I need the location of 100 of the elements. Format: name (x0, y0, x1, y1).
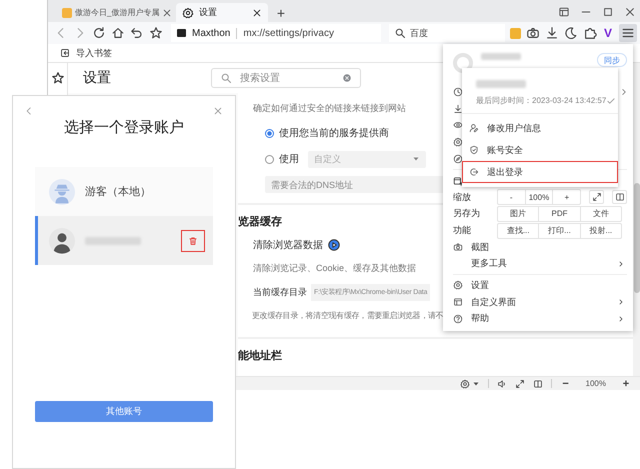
radio-button[interactable] (265, 154, 274, 164)
play-icon[interactable] (328, 239, 340, 251)
caret-icon[interactable] (472, 380, 480, 388)
section-heading: 览器缓存 (238, 214, 282, 230)
clock-icon[interactable] (453, 86, 463, 97)
redaction-blur (476, 80, 526, 88)
extension-button[interactable]: V (602, 26, 614, 40)
radio-label: 使用 (279, 153, 299, 166)
menu-action-button[interactable]: 文件 (580, 206, 621, 221)
menu-action-button[interactable]: 查找... (498, 224, 540, 238)
zoom-level: 100% (586, 379, 606, 388)
fullscreen-icon (592, 192, 602, 202)
gear-icon[interactable] (453, 137, 463, 148)
section-heading: 能地址栏 (238, 348, 282, 364)
user-edit-icon (469, 123, 479, 133)
caret-icon (412, 155, 420, 163)
layout-icon[interactable] (558, 6, 570, 18)
moon-icon[interactable] (564, 26, 578, 40)
logout-icon (469, 167, 479, 177)
menu-label: 缩放 (453, 190, 472, 204)
undo-icon[interactable] (130, 26, 144, 40)
menu-icon (621, 26, 635, 40)
shield-icon (469, 145, 479, 155)
dialog-title: 选择一个登录账户 (63, 118, 185, 137)
bookmark-item[interactable]: 导入书签 (60, 46, 112, 60)
eye-icon[interactable] (453, 120, 463, 130)
close-icon[interactable] (252, 8, 262, 18)
close-icon[interactable] (162, 8, 172, 18)
fullscreen-icon[interactable] (514, 378, 525, 388)
fullscreen-button[interactable] (589, 190, 604, 204)
radio-label: 使用您当前的服务提供商 (279, 126, 389, 140)
menu-item[interactable]: 自定义界面 (453, 294, 627, 310)
zoom-out-button[interactable]: - (498, 190, 526, 204)
star-icon[interactable] (149, 26, 163, 40)
setting-description: 更改缓存目录，将清空现有缓存，需要重启浏览器，请不 (252, 310, 444, 322)
menu-action-button[interactable]: 打印... (539, 224, 581, 238)
menu-button[interactable] (619, 24, 637, 42)
user-avatar-icon (49, 228, 75, 254)
clear-data-link[interactable]: 清除浏览器数据 (253, 238, 323, 252)
settings-icon (453, 280, 463, 290)
web-search-field[interactable]: 百度 (389, 24, 505, 42)
settings-search-field[interactable]: 搜索设置 (211, 68, 361, 88)
redaction-blur (481, 53, 521, 60)
camera-icon[interactable] (526, 26, 540, 40)
scrollbar-thumb[interactable] (634, 183, 640, 293)
address-bar[interactable]: Maxthon mx://settings/privacy (171, 24, 381, 42)
split-view-button[interactable] (612, 190, 627, 204)
last-sync-time: 最后同步时间：2023-03-24 13:42:57 (476, 95, 606, 106)
zoom-level: 100% (526, 190, 554, 204)
download-icon[interactable] (453, 104, 463, 114)
site-name: Maxthon (192, 28, 238, 38)
browser-tab[interactable]: 傲游今日_傲游用户专属 (58, 3, 176, 22)
close-icon[interactable] (624, 6, 636, 18)
search-icon (220, 72, 232, 84)
sync-button[interactable]: 同步 (597, 53, 627, 67)
setting-description: 清除浏览记录、Cookie、缓存及其他数据 (253, 262, 416, 275)
menu-item[interactable]: 帮助 (453, 310, 627, 328)
compass-icon[interactable] (453, 154, 463, 164)
maximize-icon[interactable] (602, 6, 614, 18)
zoom-in-button[interactable]: + (553, 190, 580, 204)
zoom-out-button[interactable]: − (560, 378, 572, 390)
browser-tab[interactable]: 设置 (176, 3, 268, 22)
new-tab-icon[interactable] (453, 176, 463, 186)
delete-button[interactable] (181, 230, 205, 252)
settings-icon (182, 6, 194, 18)
radio-button[interactable] (265, 128, 274, 138)
guest-avatar-icon (49, 178, 75, 204)
page-title: 设置 (83, 69, 112, 87)
menu-action-button[interactable]: 图片 (498, 206, 540, 221)
help-icon (453, 314, 463, 324)
reload-icon[interactable] (92, 26, 106, 40)
speaker-icon[interactable] (496, 378, 507, 388)
menu-action-button[interactable]: 投射... (580, 224, 621, 238)
url-text: mx://settings/privacy (243, 28, 334, 38)
menu-item[interactable]: 账号安全 (462, 139, 618, 161)
menu-item[interactable]: 退出登录 (462, 161, 618, 183)
home-icon[interactable] (111, 26, 125, 40)
menu-item[interactable]: 设置 (453, 277, 627, 294)
settings-icon[interactable] (460, 378, 470, 388)
camera-icon (453, 242, 463, 252)
clear-icon[interactable] (342, 73, 352, 83)
setting-description: 确定如何通过安全的链接来链接到网站 (253, 102, 406, 115)
star-icon[interactable] (50, 71, 64, 85)
split-view-icon (614, 192, 625, 202)
puzzle-icon[interactable] (583, 26, 597, 40)
download-icon[interactable] (545, 26, 559, 40)
layout-icon (453, 297, 463, 308)
menu-item[interactable]: 更多工具 (453, 256, 627, 272)
zoom-in-button[interactable]: + (620, 378, 632, 390)
new-tab-button[interactable]: + (272, 3, 290, 22)
account-item[interactable] (35, 216, 213, 265)
menu-item[interactable]: 截图 (453, 238, 627, 256)
field-label: 当前缓存目录 (253, 286, 307, 298)
menu-action-button[interactable]: PDF (539, 206, 581, 221)
menu-label: 另存为 (453, 207, 481, 220)
split-view-icon[interactable] (532, 378, 543, 388)
account-item[interactable]: 游客（本地） (35, 167, 213, 216)
import-icon (60, 48, 70, 58)
menu-label: 功能 (453, 224, 472, 238)
menu-item[interactable]: 修改用户信息 (462, 117, 618, 139)
